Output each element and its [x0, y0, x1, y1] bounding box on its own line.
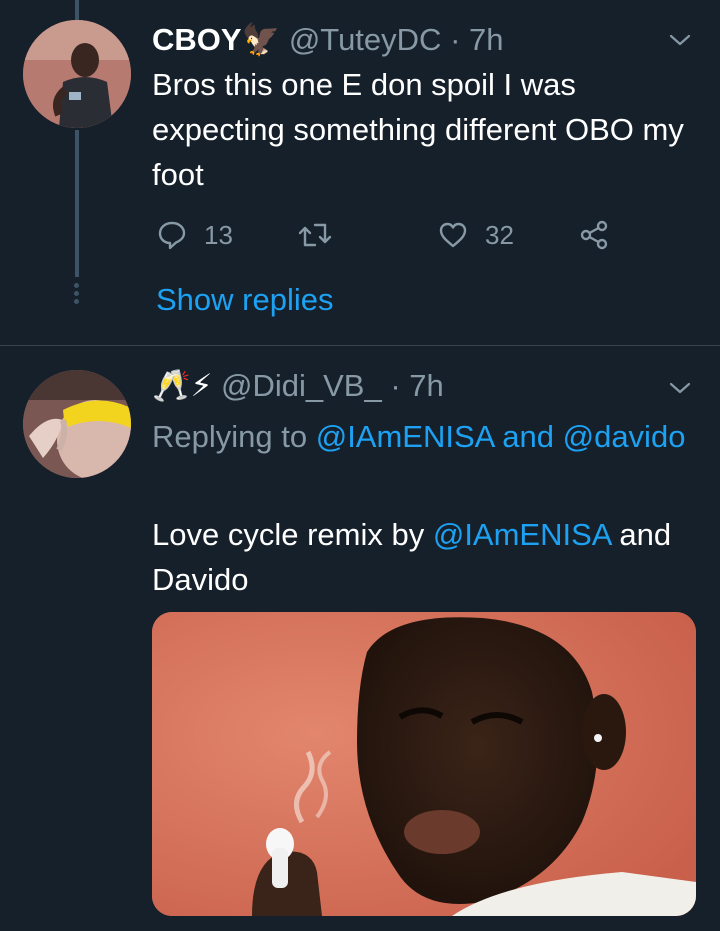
replying-prefix: Replying to [152, 419, 308, 454]
display-name[interactable]: CBOY [152, 22, 242, 57]
reply-icon [158, 221, 186, 250]
mention-link[interactable]: @IAmENISA [433, 517, 611, 552]
tweet-actions: 13 32 [152, 210, 622, 260]
tweet-header: 🥂⚡ @Didi_VB_ · 7h [152, 368, 444, 404]
tweet-media-image[interactable] [152, 612, 696, 916]
separator: · [450, 22, 461, 57]
like-button[interactable]: 32 [437, 210, 514, 260]
tweet-header: CBOY🦅 @TuteyDC · 7h [152, 22, 504, 58]
tweet-text-part: Love cycle remix by [152, 517, 425, 552]
timestamp[interactable]: 7h [469, 22, 503, 57]
show-replies-link[interactable]: Show replies [156, 280, 333, 320]
thread-line [75, 130, 79, 277]
avatar[interactable] [23, 20, 131, 128]
name-emoji[interactable]: 🥂⚡ [152, 368, 212, 403]
avatar[interactable] [23, 370, 131, 478]
like-icon [439, 222, 467, 248]
timestamp[interactable]: 7h [409, 368, 443, 403]
mention-link[interactable]: @davido [563, 419, 686, 454]
replying-and: and [502, 419, 554, 454]
reply-button[interactable]: 13 [156, 210, 233, 260]
retweet-button[interactable] [297, 210, 333, 260]
mention-link[interactable]: @IAmENISA [316, 419, 494, 454]
timeline: CBOY🦅 @TuteyDC · 7h Bros this one E don … [0, 0, 720, 931]
eagle-emoji: 🦅 [241, 22, 281, 57]
like-count: 32 [485, 219, 514, 250]
chevron-down-icon[interactable] [668, 28, 692, 52]
replying-to: Replying to @IAmENISA and @davido [152, 414, 697, 459]
tweet-cboy[interactable]: CBOY🦅 @TuteyDC · 7h Bros this one E don … [0, 0, 720, 345]
share-button[interactable] [578, 210, 610, 260]
thread-line [75, 0, 79, 20]
tweet-text: Bros this one E don spoil I was expectin… [152, 67, 684, 192]
retweet-icon [298, 223, 332, 247]
share-icon [580, 220, 608, 250]
thread-dots [74, 283, 80, 307]
chevron-down-icon[interactable] [668, 376, 692, 400]
tweet-text: Love cycle remix by @IAmENISA and Davido [152, 512, 697, 602]
handle[interactable]: @Didi_VB_ [221, 368, 382, 403]
reply-count: 13 [204, 219, 233, 250]
separator: · [390, 368, 401, 403]
handle[interactable]: @TuteyDC [289, 22, 442, 57]
